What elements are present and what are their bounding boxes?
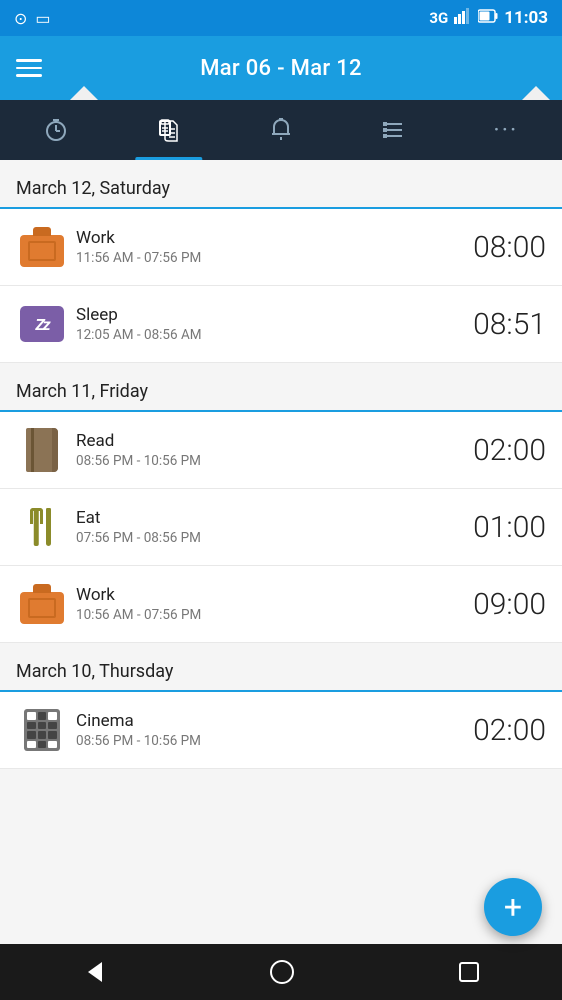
- work-mar12-time: 11:56 AM - 07:56 PM: [76, 250, 456, 266]
- status-bar-left: ⊙ ▭: [14, 9, 51, 28]
- tab-reminder[interactable]: [225, 100, 337, 160]
- work-mar11-duration: 09:00: [456, 587, 546, 622]
- eat-info: Eat 07:56 PM - 08:56 PM: [68, 508, 456, 546]
- work-mar12-duration: 08:00: [456, 230, 546, 265]
- cinema-info: Cinema 08:56 PM - 10:56 PM: [68, 711, 456, 749]
- work-icon-wrap: [16, 221, 68, 273]
- battery-icon: [478, 9, 498, 27]
- activity-item-work-mar11[interactable]: Work 10:56 AM - 07:56 PM 09:00: [0, 566, 562, 643]
- eat-duration: 01:00: [456, 510, 546, 545]
- time-display: 11:03: [504, 8, 548, 28]
- tab-bar: ···: [0, 100, 562, 160]
- activity-item-read-mar11[interactable]: Read 08:56 PM - 10:56 PM 02:00: [0, 412, 562, 489]
- cinema-icon-wrap: [16, 704, 68, 756]
- status-bar: ⊙ ▭ 3G 11:03: [0, 0, 562, 36]
- read-time: 08:56 PM - 10:56 PM: [76, 453, 456, 469]
- read-info: Read 08:56 PM - 10:56 PM: [68, 431, 456, 469]
- activity-item-work-mar12[interactable]: Work 11:56 AM - 07:56 PM 08:00: [0, 209, 562, 286]
- tab-log[interactable]: [112, 100, 224, 160]
- day-section-march-11: March 11, Friday Read 08:56 PM - 10:56 P…: [0, 363, 562, 643]
- alarm-icon: ⊙: [14, 9, 27, 28]
- read-name: Read: [76, 431, 456, 451]
- header-title: Mar 06 - Mar 12: [200, 56, 362, 81]
- activity-item-cinema-mar10[interactable]: Cinema 08:56 PM - 10:56 PM 02:00: [0, 692, 562, 769]
- sleep-mar12-name: Sleep: [76, 305, 456, 325]
- sleep-mar12-info: Sleep 12:05 AM - 08:56 AM: [68, 305, 456, 343]
- read-icon-wrap: [16, 424, 68, 476]
- sleep-icon-wrap: Zz: [16, 298, 68, 350]
- day-header-march-11: March 11, Friday: [0, 363, 562, 412]
- recent-apps-button[interactable]: [456, 959, 482, 985]
- content-area: March 12, Saturday Work 11:56 AM - 07:56…: [0, 160, 562, 944]
- sim-icon: ▭: [35, 9, 50, 28]
- status-bar-right: 3G 11:03: [429, 8, 548, 28]
- work-mar12-name: Work: [76, 228, 456, 248]
- day-section-march-10: March 10, Thursday: [0, 643, 562, 769]
- tab-more[interactable]: ···: [450, 100, 562, 160]
- back-button[interactable]: [80, 958, 108, 986]
- next-week-arrow[interactable]: [522, 86, 550, 100]
- activity-item-eat-mar11[interactable]: Eat 07:56 PM - 08:56 PM 01:00: [0, 489, 562, 566]
- prev-week-arrow[interactable]: [70, 86, 98, 100]
- sleep-mar12-duration: 08:51: [456, 307, 546, 342]
- work-mar11-time: 10:56 AM - 07:56 PM: [76, 607, 456, 623]
- cinema-duration: 02:00: [456, 713, 546, 748]
- cinema-name: Cinema: [76, 711, 456, 731]
- eat-time: 07:56 PM - 08:56 PM: [76, 530, 456, 546]
- bottom-nav: [0, 944, 562, 1000]
- network-label: 3G: [429, 9, 448, 27]
- home-button[interactable]: [268, 958, 296, 986]
- tab-timer[interactable]: [0, 100, 112, 160]
- signal-icon: [454, 8, 472, 28]
- sleep-mar12-time: 12:05 AM - 08:56 AM: [76, 327, 456, 343]
- read-duration: 02:00: [456, 433, 546, 468]
- add-activity-fab[interactable]: +: [484, 878, 542, 936]
- eat-name: Eat: [76, 508, 456, 528]
- activity-item-sleep-mar12[interactable]: Zz Sleep 12:05 AM - 08:56 AM 08:51: [0, 286, 562, 363]
- eat-icon-wrap: [16, 501, 68, 553]
- cinema-time: 08:56 PM - 10:56 PM: [76, 733, 456, 749]
- work-mar11-name: Work: [76, 585, 456, 605]
- work-mar11-info: Work 10:56 AM - 07:56 PM: [68, 585, 456, 623]
- tab-list[interactable]: [337, 100, 449, 160]
- work-mar12-info: Work 11:56 AM - 07:56 PM: [68, 228, 456, 266]
- header: Mar 06 - Mar 12: [0, 36, 562, 100]
- work2-icon-wrap: [16, 578, 68, 630]
- day-header-march-10: March 10, Thursday: [0, 643, 562, 692]
- day-section-march-12: March 12, Saturday Work 11:56 AM - 07:56…: [0, 160, 562, 363]
- day-header-march-12: March 12, Saturday: [0, 160, 562, 209]
- menu-button[interactable]: [16, 59, 42, 77]
